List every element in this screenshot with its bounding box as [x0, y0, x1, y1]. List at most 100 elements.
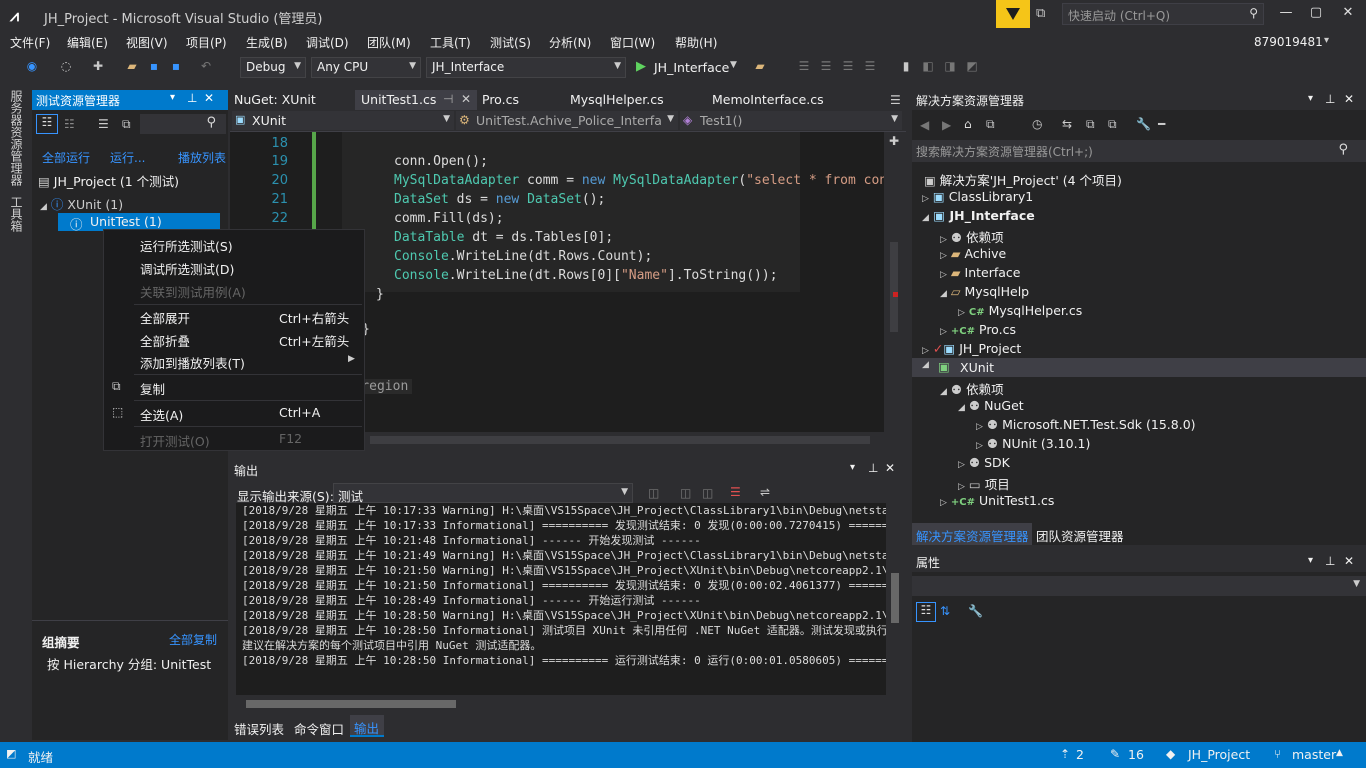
pending-changes-icon[interactable]: ◷	[1032, 117, 1042, 131]
status-repo-name[interactable]: JH_Project	[1188, 747, 1250, 762]
copy-all-link[interactable]: 全部复制	[169, 631, 217, 648]
close-window-button[interactable]: ✕	[1334, 5, 1362, 20]
tree-item-jh-interface[interactable]: ◢ ▣ JH_Interface	[922, 208, 1035, 223]
switch-views-icon[interactable]: ⧉	[986, 117, 995, 132]
status-publish-count[interactable]: 2	[1076, 747, 1084, 762]
solution-search-input[interactable]: 搜索解决方案资源管理器(Ctrl+;) ⚲	[912, 140, 1366, 162]
tree-project-node[interactable]: ▤ JH_Project (1 个测试)	[38, 171, 179, 190]
account-name[interactable]: 879019481	[1254, 35, 1323, 49]
nav-class-select[interactable]: ⚙ UnitTest.Achive_Police_Interface_ ▼	[456, 111, 678, 130]
menu-item-add-playlist[interactable]: 添加到播放列表(T)	[140, 353, 245, 372]
prev-message-icon[interactable]: ◫	[680, 486, 691, 500]
properties-object-select[interactable]: ▼	[912, 576, 1366, 596]
menu-build[interactable]: 生成(B)	[246, 34, 288, 51]
comment-icon[interactable]: ☰	[840, 59, 856, 75]
status-edits-count[interactable]: 16	[1128, 747, 1144, 762]
chevron-up-icon[interactable]: ▲	[1336, 748, 1343, 758]
save-all-icon[interactable]: ▪	[168, 59, 184, 75]
config-select[interactable]: Debug ▼	[240, 57, 306, 78]
tab-overflow-icon[interactable]: ☰	[890, 93, 901, 107]
close-icon[interactable]: ✕	[1344, 554, 1354, 568]
run-link[interactable]: 运行...	[110, 149, 145, 166]
tree-item-dependencies[interactable]: ▷ ⚉ 依赖项	[940, 227, 1004, 246]
tree-item-mysqlhelp[interactable]: ◢ ▱ MysqlHelp	[940, 284, 1029, 299]
undo-icon[interactable]: ↶	[198, 59, 214, 75]
home-icon[interactable]: ⌂	[964, 117, 972, 131]
menu-tools[interactable]: 工具(T)	[430, 34, 471, 51]
menu-help[interactable]: 帮助(H)	[675, 34, 717, 51]
output-text-area[interactable]: [2018/9/28 星期五 上午 10:17:33 Warning] H:\桌…	[236, 503, 886, 695]
close-icon[interactable]: ✕	[204, 91, 214, 105]
chevron-down-icon[interactable]: ▾	[170, 92, 175, 103]
pin-icon[interactable]: ⊥	[187, 91, 197, 105]
h-scroll-thumb[interactable]	[370, 436, 870, 444]
playlist-link[interactable]: 播放列表	[178, 149, 226, 166]
filter-icon[interactable]: ☷	[64, 117, 75, 131]
tree-item-mysqlhelper-cs[interactable]: ▷ C# MysqlHelper.cs	[958, 303, 1082, 318]
tab-mysqlhelper-cs[interactable]: MysqlHelper.cs	[570, 92, 664, 107]
chevron-down-icon[interactable]: ▼	[730, 60, 737, 70]
tab-pro-cs[interactable]: Pro.cs	[482, 92, 519, 107]
back-icon[interactable]: ◉	[24, 59, 40, 75]
menu-item-run-selected[interactable]: 运行所选测试(S)	[140, 236, 233, 255]
tree-xunit-node[interactable]: ◢ ⓘ XUnit (1)	[40, 194, 123, 213]
output-h-scrollbar[interactable]	[236, 697, 886, 711]
quick-launch-input[interactable]: 快速启动 (Ctrl+Q) ⚲	[1062, 3, 1264, 25]
tab-memointerface-cs[interactable]: MemoInterface.cs	[712, 92, 824, 107]
menu-project[interactable]: 项目(P)	[186, 34, 227, 51]
minimize-button[interactable]: —	[1272, 5, 1300, 20]
clear-all-icon[interactable]: ☰	[730, 485, 741, 499]
properties-icon[interactable]: 🔧	[1136, 117, 1151, 131]
nav-method-select[interactable]: ◈ Test1() ▼	[680, 111, 902, 130]
prev-bookmark-icon[interactable]: ◧	[920, 59, 936, 75]
tree-item-test-sdk[interactable]: ▷ ⚉ Microsoft.NET.Test.Sdk (15.8.0)	[976, 417, 1196, 432]
tree-item-xunit-dependencies[interactable]: ◢ ⚉ 依赖项	[940, 379, 1004, 398]
tab-unittest1-active[interactable]: UnitTest1.cs ⊣ ✕	[355, 90, 477, 110]
server-explorer-tab[interactable]: 服务器资源管理器	[8, 90, 25, 186]
minus-icon[interactable]: ━	[1158, 117, 1165, 131]
menu-window[interactable]: 窗口(W)	[610, 34, 655, 51]
feedback-icon[interactable]	[996, 0, 1030, 28]
menu-test[interactable]: 测试(S)	[490, 34, 531, 51]
tree-item-pro-cs[interactable]: ▷ +C# Pro.cs	[940, 322, 1016, 337]
tab-command-window[interactable]: 命令窗口	[294, 719, 344, 738]
editor-vertical-scrollbar[interactable]: ✚	[884, 132, 906, 432]
pin-icon[interactable]: ⊥	[1325, 92, 1335, 106]
outdent-icon[interactable]: ☰	[818, 59, 834, 75]
pin-icon[interactable]: ⊣	[443, 92, 453, 106]
menu-edit[interactable]: 编辑(E)	[67, 34, 108, 51]
browser-icon[interactable]: ▰	[752, 59, 768, 75]
next-message-icon[interactable]: ◫	[702, 486, 713, 500]
next-bookmark-icon[interactable]: ◨	[942, 59, 958, 75]
tab-output-active[interactable]: 输出	[350, 715, 384, 737]
platform-select[interactable]: Any CPU ▼	[311, 57, 421, 78]
startup-project-select[interactable]: JH_Interface ▼	[426, 57, 626, 78]
chevron-down-icon[interactable]: ▾	[1308, 555, 1313, 566]
open-folder-icon[interactable]: ▰	[124, 59, 140, 75]
status-branch-name[interactable]: master	[1292, 747, 1336, 762]
indent-icon[interactable]: ☰	[796, 59, 812, 75]
property-pages-icon[interactable]: 🔧	[968, 604, 983, 618]
tab-team-explorer[interactable]: 团队资源管理器	[1036, 526, 1124, 545]
menu-team[interactable]: 团队(M)	[367, 34, 411, 51]
toolbox-tab[interactable]: 工具箱	[8, 196, 25, 232]
solution-root-item[interactable]: ▣ 解决方案'JH_Project' (4 个项目)	[924, 170, 1122, 189]
maximize-button[interactable]: ▢	[1302, 5, 1330, 20]
tree-item-sdk[interactable]: ▷ ⚉ SDK	[958, 455, 1010, 470]
chevron-down-icon[interactable]: ▾	[850, 462, 855, 473]
chevron-down-icon[interactable]: ▾	[1308, 93, 1313, 104]
output-v-scrollbar[interactable]	[886, 503, 904, 695]
show-all-files-icon[interactable]: ⧉	[1108, 117, 1117, 132]
run-icon[interactable]: ▶	[636, 59, 646, 74]
tree-item-xunit-selected[interactable]: ◢ ▣ XUnit	[912, 358, 1366, 377]
test-search-input[interactable]: ⚲	[140, 114, 226, 134]
menu-item-select-all[interactable]: 全选(A)	[140, 405, 183, 424]
menu-file[interactable]: 文件(F)	[10, 34, 50, 51]
close-icon[interactable]: ✕	[885, 461, 895, 475]
forward-icon[interactable]: ▶	[942, 118, 951, 132]
nav-project-select[interactable]: ▣ XUnit ▼	[232, 111, 454, 130]
clear-bookmark-icon[interactable]: ◩	[964, 59, 980, 75]
tree-item-nuget[interactable]: ◢ ⚉ NuGet	[958, 398, 1024, 413]
menu-view[interactable]: 视图(V)	[126, 34, 168, 51]
menu-item-copy[interactable]: 复制	[140, 379, 165, 398]
